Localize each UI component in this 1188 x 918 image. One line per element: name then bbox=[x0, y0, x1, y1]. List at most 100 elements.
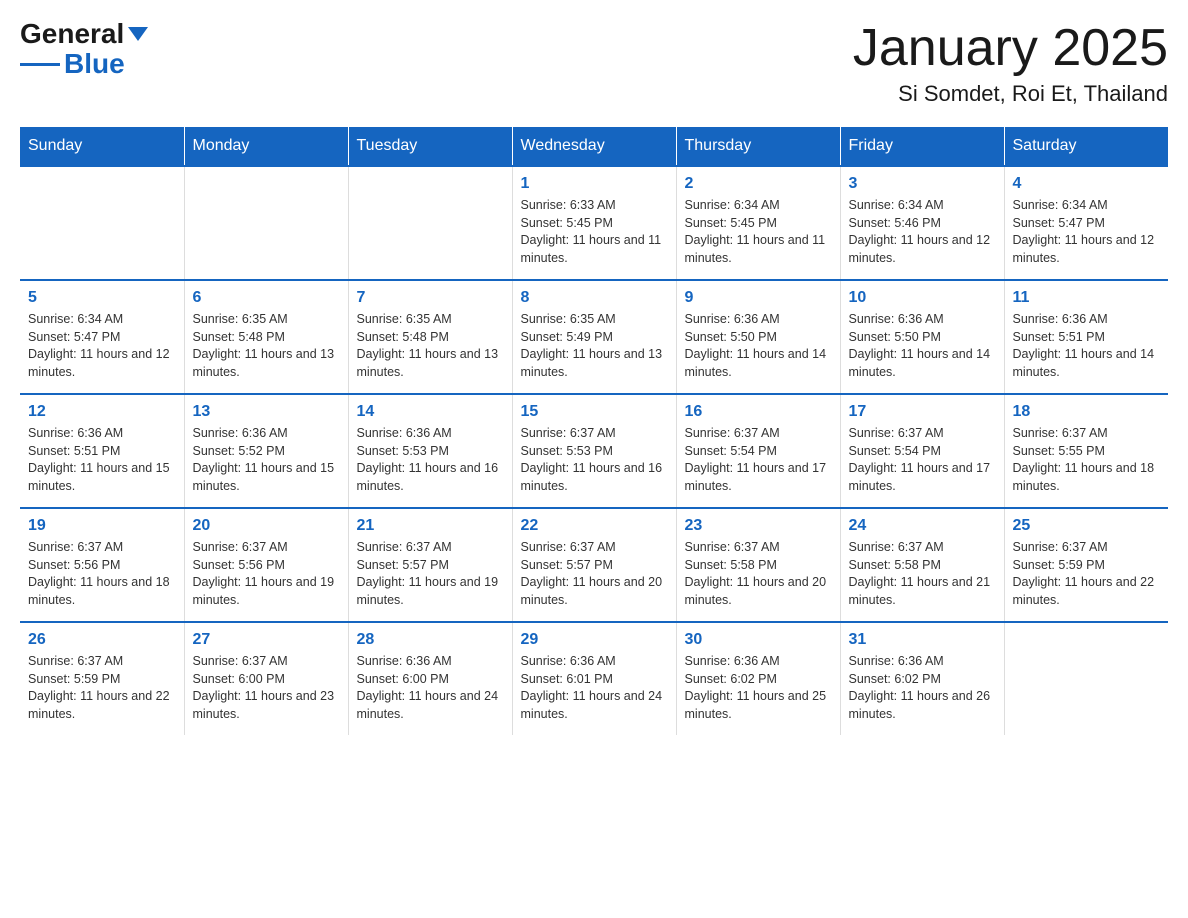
calendar-cell: 4 Sunrise: 6:34 AMSunset: 5:47 PMDaylight… bbox=[1004, 166, 1168, 280]
day-info: Sunrise: 6:36 AMSunset: 6:01 PMDaylight:… bbox=[521, 653, 668, 723]
day-info: Sunrise: 6:33 AMSunset: 5:45 PMDaylight:… bbox=[521, 197, 668, 267]
day-number: 30 bbox=[685, 631, 832, 649]
day-number: 8 bbox=[521, 289, 668, 307]
header-sunday: Sunday bbox=[20, 127, 184, 166]
day-info: Sunrise: 6:37 AMSunset: 5:54 PMDaylight:… bbox=[685, 425, 832, 495]
calendar-header-row: Sunday Monday Tuesday Wednesday Thursday… bbox=[20, 127, 1168, 166]
calendar-cell: 13Sunrise: 6:36 AMSunset: 5:52 PMDayligh… bbox=[184, 394, 348, 508]
day-info: Sunrise: 6:34 AMSunset: 5:47 PMDaylight:… bbox=[1013, 197, 1161, 267]
day-number: 14 bbox=[357, 403, 504, 421]
day-info: Sunrise: 6:37 AMSunset: 6:00 PMDaylight:… bbox=[193, 653, 340, 723]
day-info: Sunrise: 6:36 AMSunset: 6:02 PMDaylight:… bbox=[685, 653, 832, 723]
day-info: Sunrise: 6:37 AMSunset: 5:59 PMDaylight:… bbox=[28, 653, 176, 723]
title-section: January 2025 Si Somdet, Roi Et, Thailand bbox=[853, 20, 1168, 107]
header-monday: Monday bbox=[184, 127, 348, 166]
day-number: 26 bbox=[28, 631, 176, 649]
calendar-cell: 1 Sunrise: 6:33 AMSunset: 5:45 PMDaylight… bbox=[512, 166, 676, 280]
page-header: General Blue January 2025 Si Somdet, Roi… bbox=[20, 20, 1168, 107]
day-info: Sunrise: 6:35 AMSunset: 5:48 PMDaylight:… bbox=[357, 311, 504, 381]
day-number: 22 bbox=[521, 517, 668, 535]
calendar-cell bbox=[184, 166, 348, 280]
calendar-cell: 30 Sunrise: 6:36 AMSunset: 6:02 PMDayligh… bbox=[676, 622, 840, 735]
calendar-subtitle: Si Somdet, Roi Et, Thailand bbox=[853, 81, 1168, 107]
day-number: 2 bbox=[685, 175, 832, 193]
calendar-cell: 14 Sunrise: 6:36 AMSunset: 5:53 PMDayligh… bbox=[348, 394, 512, 508]
day-info: Sunrise: 6:37 AMSunset: 5:54 PMDaylight:… bbox=[849, 425, 996, 495]
day-info: Sunrise: 6:36 AMSunset: 5:51 PMDaylight:… bbox=[1013, 311, 1161, 381]
calendar-cell: 28Sunrise: 6:36 AMSunset: 6:00 PMDayligh… bbox=[348, 622, 512, 735]
calendar-cell: 29 Sunrise: 6:36 AMSunset: 6:01 PMDayligh… bbox=[512, 622, 676, 735]
day-info: Sunrise: 6:37 AMSunset: 5:59 PMDaylight:… bbox=[1013, 539, 1161, 609]
day-number: 18 bbox=[1013, 403, 1161, 421]
day-info: Sunrise: 6:37 AMSunset: 5:58 PMDaylight:… bbox=[685, 539, 832, 609]
day-info: Sunrise: 6:36 AMSunset: 5:51 PMDaylight:… bbox=[28, 425, 176, 495]
day-number: 12 bbox=[28, 403, 176, 421]
day-info: Sunrise: 6:36 AMSunset: 5:53 PMDaylight:… bbox=[357, 425, 504, 495]
day-number: 31 bbox=[849, 631, 996, 649]
day-info: Sunrise: 6:37 AMSunset: 5:56 PMDaylight:… bbox=[193, 539, 340, 609]
calendar-cell: 26 Sunrise: 6:37 AMSunset: 5:59 PMDayligh… bbox=[20, 622, 184, 735]
calendar-cell bbox=[1004, 622, 1168, 735]
logo-triangle-icon bbox=[128, 27, 148, 41]
calendar-cell: 15 Sunrise: 6:37 AMSunset: 5:53 PMDayligh… bbox=[512, 394, 676, 508]
day-number: 9 bbox=[685, 289, 832, 307]
calendar-cell: 7 Sunrise: 6:35 AMSunset: 5:48 PMDaylight… bbox=[348, 280, 512, 394]
calendar-cell bbox=[348, 166, 512, 280]
calendar-cell: 27 Sunrise: 6:37 AMSunset: 6:00 PMDayligh… bbox=[184, 622, 348, 735]
logo: General Blue bbox=[20, 20, 148, 78]
day-info: Sunrise: 6:35 AMSunset: 5:48 PMDaylight:… bbox=[193, 311, 340, 381]
calendar-cell: 24Sunrise: 6:37 AMSunset: 5:58 PMDayligh… bbox=[840, 508, 1004, 622]
day-number: 25 bbox=[1013, 517, 1161, 535]
calendar-cell: 21Sunrise: 6:37 AMSunset: 5:57 PMDayligh… bbox=[348, 508, 512, 622]
day-number: 10 bbox=[849, 289, 996, 307]
day-info: Sunrise: 6:36 AMSunset: 6:02 PMDaylight:… bbox=[849, 653, 996, 723]
calendar-cell bbox=[20, 166, 184, 280]
header-thursday: Thursday bbox=[676, 127, 840, 166]
calendar-week-2: 12 Sunrise: 6:36 AMSunset: 5:51 PMDayligh… bbox=[20, 394, 1168, 508]
calendar-cell: 16 Sunrise: 6:37 AMSunset: 5:54 PMDayligh… bbox=[676, 394, 840, 508]
header-saturday: Saturday bbox=[1004, 127, 1168, 166]
day-number: 20 bbox=[193, 517, 340, 535]
day-number: 27 bbox=[193, 631, 340, 649]
day-number: 5 bbox=[28, 289, 176, 307]
calendar-cell: 23Sunrise: 6:37 AMSunset: 5:58 PMDayligh… bbox=[676, 508, 840, 622]
day-info: Sunrise: 6:36 AMSunset: 6:00 PMDaylight:… bbox=[357, 653, 504, 723]
day-number: 4 bbox=[1013, 175, 1161, 193]
header-wednesday: Wednesday bbox=[512, 127, 676, 166]
day-number: 19 bbox=[28, 517, 176, 535]
calendar-cell: 9Sunrise: 6:36 AMSunset: 5:50 PMDaylight… bbox=[676, 280, 840, 394]
day-number: 3 bbox=[849, 175, 996, 193]
calendar-cell: 31 Sunrise: 6:36 AMSunset: 6:02 PMDayligh… bbox=[840, 622, 1004, 735]
day-number: 15 bbox=[521, 403, 668, 421]
calendar-table: Sunday Monday Tuesday Wednesday Thursday… bbox=[20, 127, 1168, 735]
calendar-week-1: 5Sunrise: 6:34 AMSunset: 5:47 PMDaylight… bbox=[20, 280, 1168, 394]
day-number: 16 bbox=[685, 403, 832, 421]
day-number: 7 bbox=[357, 289, 504, 307]
calendar-cell: 5Sunrise: 6:34 AMSunset: 5:47 PMDaylight… bbox=[20, 280, 184, 394]
calendar-cell: 11 Sunrise: 6:36 AMSunset: 5:51 PMDayligh… bbox=[1004, 280, 1168, 394]
calendar-week-3: 19 Sunrise: 6:37 AMSunset: 5:56 PMDayligh… bbox=[20, 508, 1168, 622]
day-info: Sunrise: 6:37 AMSunset: 5:53 PMDaylight:… bbox=[521, 425, 668, 495]
day-info: Sunrise: 6:35 AMSunset: 5:49 PMDaylight:… bbox=[521, 311, 668, 381]
day-info: Sunrise: 6:37 AMSunset: 5:56 PMDaylight:… bbox=[28, 539, 176, 609]
calendar-cell: 12 Sunrise: 6:36 AMSunset: 5:51 PMDayligh… bbox=[20, 394, 184, 508]
calendar-week-4: 26 Sunrise: 6:37 AMSunset: 5:59 PMDayligh… bbox=[20, 622, 1168, 735]
day-info: Sunrise: 6:36 AMSunset: 5:50 PMDaylight:… bbox=[849, 311, 996, 381]
calendar-cell: 17 Sunrise: 6:37 AMSunset: 5:54 PMDayligh… bbox=[840, 394, 1004, 508]
calendar-title: January 2025 bbox=[853, 20, 1168, 77]
day-info: Sunrise: 6:37 AMSunset: 5:55 PMDaylight:… bbox=[1013, 425, 1161, 495]
calendar-cell: 3Sunrise: 6:34 AMSunset: 5:46 PMDaylight… bbox=[840, 166, 1004, 280]
day-number: 29 bbox=[521, 631, 668, 649]
calendar-week-0: 1 Sunrise: 6:33 AMSunset: 5:45 PMDaylight… bbox=[20, 166, 1168, 280]
day-number: 11 bbox=[1013, 289, 1161, 307]
day-number: 1 bbox=[521, 175, 668, 193]
day-info: Sunrise: 6:37 AMSunset: 5:57 PMDaylight:… bbox=[521, 539, 668, 609]
day-number: 6 bbox=[193, 289, 340, 307]
calendar-cell: 19 Sunrise: 6:37 AMSunset: 5:56 PMDayligh… bbox=[20, 508, 184, 622]
header-friday: Friday bbox=[840, 127, 1004, 166]
day-number: 24 bbox=[849, 517, 996, 535]
day-info: Sunrise: 6:34 AMSunset: 5:45 PMDaylight:… bbox=[685, 197, 832, 267]
day-number: 17 bbox=[849, 403, 996, 421]
calendar-cell: 25 Sunrise: 6:37 AMSunset: 5:59 PMDayligh… bbox=[1004, 508, 1168, 622]
calendar-cell: 18 Sunrise: 6:37 AMSunset: 5:55 PMDayligh… bbox=[1004, 394, 1168, 508]
